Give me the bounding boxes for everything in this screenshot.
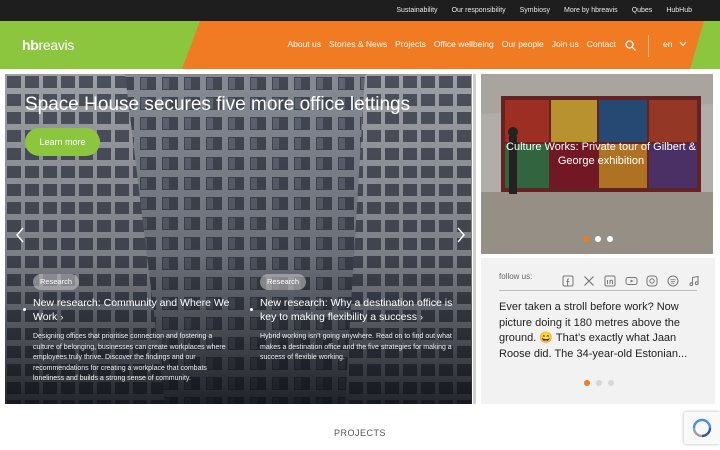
main-nav: About us Stories & News Projects Office … [287, 39, 616, 49]
logo-bold: hb [22, 37, 39, 53]
news-card[interactable]: Research New research: Community and Whe… [33, 271, 233, 385]
header-divider [648, 35, 649, 57]
instagram-icon[interactable] [645, 274, 659, 288]
hero-scrollbar[interactable] [473, 74, 476, 404]
facebook-icon[interactable] [561, 274, 575, 288]
social-carousel-dots [584, 380, 614, 386]
news-bullet [23, 308, 26, 311]
hero-carousel: Space House secures five more office let… [5, 74, 472, 404]
carousel-dot[interactable] [607, 236, 613, 242]
chevron-right-icon: › [419, 312, 423, 322]
recaptcha-badge[interactable] [684, 412, 720, 444]
carousel-dot[interactable] [596, 380, 602, 386]
culture-title: Culture Works: Private tour of Gilbert &… [506, 141, 696, 167]
social-divider [499, 290, 697, 291]
nav-contact[interactable]: Contact [587, 39, 616, 49]
learn-more-button[interactable]: Learn more [25, 128, 100, 156]
utility-link-sustainability[interactable]: Sustainability [396, 7, 437, 14]
news-title[interactable]: New research: Why a destination office i… [260, 296, 460, 324]
nav-join-us[interactable]: Join us [552, 39, 579, 49]
nav-about-us[interactable]: About us [287, 39, 321, 49]
spotify-icon[interactable] [666, 274, 680, 288]
follow-us-label: follow us: [499, 272, 533, 281]
language-selector[interactable]: en [663, 39, 672, 49]
culture-card[interactable]: Culture Works: Private tour of Gilbert &… [481, 74, 713, 254]
hero-title: Space House secures five more office let… [25, 94, 411, 115]
logo[interactable]: hbreavis [22, 37, 74, 53]
carousel-dot[interactable] [584, 380, 590, 386]
social-post-text[interactable]: Ever taken a stroll before work? Now pic… [499, 300, 703, 362]
projects-section-title: PROJECTS [333, 428, 386, 438]
music-icon[interactable] [687, 274, 701, 288]
search-icon[interactable] [625, 40, 636, 51]
news-card[interactable]: Research New research: Why a destination… [260, 271, 460, 364]
news-bullet [250, 308, 253, 311]
x-icon[interactable] [582, 274, 596, 288]
chevron-right-icon[interactable] [456, 227, 466, 243]
news-title[interactable]: New research: Community and Where We Wor… [33, 296, 233, 324]
nav-projects[interactable]: Projects [395, 39, 426, 49]
nav-office-wellbeing[interactable]: Office wellbeing [434, 39, 494, 49]
utility-link-responsibility[interactable]: Our responsibility [452, 7, 506, 14]
utility-bar: Sustainability Our responsibility Symbio… [0, 0, 720, 21]
social-card: follow us: Ever taken a stroll before wo… [481, 258, 715, 404]
main-header: hbreavis About us Stories & News Project… [0, 21, 720, 69]
news-description: Hybrid working isn’t going anywhere. Rea… [260, 333, 452, 361]
carousel-dot[interactable] [583, 236, 589, 242]
news-tag[interactable]: Research [33, 274, 80, 290]
nav-stories-news[interactable]: Stories & News [329, 39, 387, 49]
utility-link-more-by-hbreavis[interactable]: More by hbreavis [564, 7, 618, 14]
nav-our-people[interactable]: Our people [502, 39, 544, 49]
social-icons [561, 274, 701, 288]
logo-rest: reavis [38, 37, 75, 53]
culture-carousel-dots [583, 236, 613, 242]
utility-link-qubes[interactable]: Qubes [632, 7, 653, 14]
news-description: Designing offices that prioritise connec… [33, 333, 226, 382]
utility-links: Sustainability Our responsibility Symbio… [396, 0, 692, 21]
youtube-icon[interactable] [624, 274, 638, 288]
utility-link-hubhub[interactable]: HubHub [666, 7, 692, 14]
chevron-left-icon[interactable] [15, 227, 25, 243]
chevron-right-icon: › [60, 312, 64, 322]
recaptcha-icon [692, 418, 712, 438]
chevron-down-icon[interactable] [679, 41, 687, 47]
news-title-text: New research: Why a destination office i… [260, 297, 453, 323]
carousel-dot[interactable] [608, 380, 614, 386]
linkedin-icon[interactable] [603, 274, 617, 288]
carousel-dot[interactable] [595, 236, 601, 242]
news-tag[interactable]: Research [260, 274, 307, 290]
utility-link-symbiosy[interactable]: Symbiosy [520, 7, 550, 14]
